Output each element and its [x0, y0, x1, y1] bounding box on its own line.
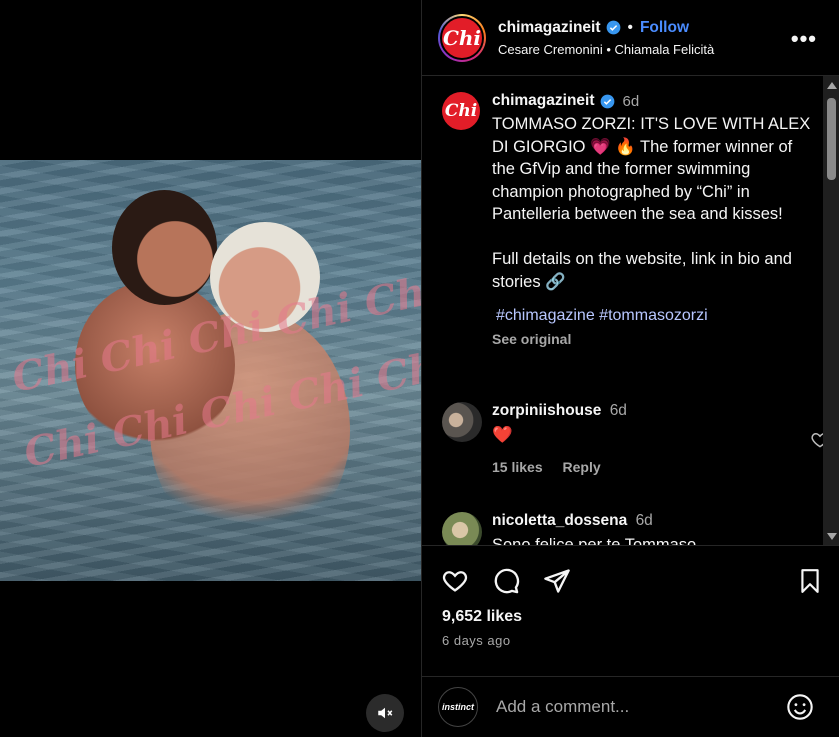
- post-photo[interactable]: Chi Chi Chi Chi Chi Chi Chi Chi Chi Chi: [0, 160, 421, 581]
- post-date: 6 days ago: [442, 633, 511, 648]
- scroll-down-arrow-icon[interactable]: [827, 533, 837, 540]
- post-header: Chi chimagazineit • Follow Cesare Cremon…: [422, 0, 839, 76]
- scroll-up-arrow-icon[interactable]: [827, 82, 837, 89]
- post-side-panel: Chi chimagazineit • Follow Cesare Cremon…: [421, 0, 839, 737]
- profile-avatar[interactable]: Chi: [438, 13, 486, 62]
- commenter-username[interactable]: zorpiniishouse: [492, 402, 601, 419]
- comment-input[interactable]: [496, 697, 766, 717]
- audio-link[interactable]: Cesare Cremonini • Chiamala Felicità: [498, 42, 714, 57]
- add-comment-bar: instinct: [422, 676, 839, 737]
- logo-text: Chi: [444, 101, 478, 121]
- verified-badge-icon: [600, 94, 614, 108]
- comment-bubble-icon[interactable]: [492, 567, 520, 595]
- media-pane: Chi Chi Chi Chi Chi Chi Chi Chi Chi Chi: [0, 0, 421, 737]
- post-actions-bar: [440, 561, 823, 601]
- caption-text: TOMMASO ZORZI: IT'S LOVE WITH ALEX DI GI…: [492, 115, 811, 291]
- person-head: [112, 190, 217, 305]
- comment-item: nicoletta_dossena 6d Sono felice per te …: [442, 512, 822, 546]
- mute-button[interactable]: [366, 694, 404, 732]
- username-link[interactable]: chimagazineit: [498, 19, 601, 37]
- caption-username[interactable]: chimagazineit: [492, 92, 595, 110]
- see-original-button[interactable]: See original: [492, 331, 812, 347]
- comment-text: Sono felice per te Tommaso: [492, 536, 697, 546]
- like-heart-icon[interactable]: [440, 567, 470, 595]
- logo-text: Chi: [442, 25, 482, 50]
- comment-time: 6d: [635, 512, 653, 529]
- comment-time: 6d: [609, 402, 627, 419]
- emoji-smiley-icon[interactable]: [786, 693, 814, 721]
- caption-avatar[interactable]: Chi: [442, 92, 480, 130]
- commenter-avatar[interactable]: [442, 402, 482, 442]
- scrollbar[interactable]: [823, 76, 839, 545]
- verified-badge-icon: [606, 20, 620, 35]
- comment-item: zorpiniishouse 6d ❤️ 15 likes Reply: [442, 402, 829, 475]
- hashtag-links[interactable]: #chimagazine #tommasozorzi: [492, 307, 812, 325]
- reply-button[interactable]: Reply: [563, 459, 601, 475]
- follow-button[interactable]: Follow: [640, 19, 689, 37]
- likes-count[interactable]: 9,652 likes: [442, 608, 522, 626]
- speaker-muted-icon: [378, 707, 393, 719]
- save-bookmark-icon[interactable]: [797, 567, 823, 595]
- scrollbar-thumb[interactable]: [827, 98, 836, 180]
- commenter-username[interactable]: nicoletta_dossena: [492, 512, 627, 529]
- comment-likes[interactable]: 15 likes: [492, 459, 543, 475]
- comment-text: ❤️: [492, 426, 513, 444]
- caption-time[interactable]: 6d: [623, 93, 640, 110]
- more-options-button[interactable]: •••: [791, 26, 817, 52]
- share-paper-plane-icon[interactable]: [543, 567, 571, 595]
- post-caption: Chi chimagazineit 6d TOMMASO ZORZI: IT'S…: [442, 92, 822, 347]
- comments-scroll-area[interactable]: Chi chimagazineit 6d TOMMASO ZORZI: IT'S…: [422, 76, 839, 546]
- current-user-avatar: instinct: [438, 687, 478, 727]
- avatar-text: instinct: [441, 702, 474, 712]
- commenter-avatar[interactable]: [442, 512, 482, 545]
- separator-dot: •: [627, 18, 633, 36]
